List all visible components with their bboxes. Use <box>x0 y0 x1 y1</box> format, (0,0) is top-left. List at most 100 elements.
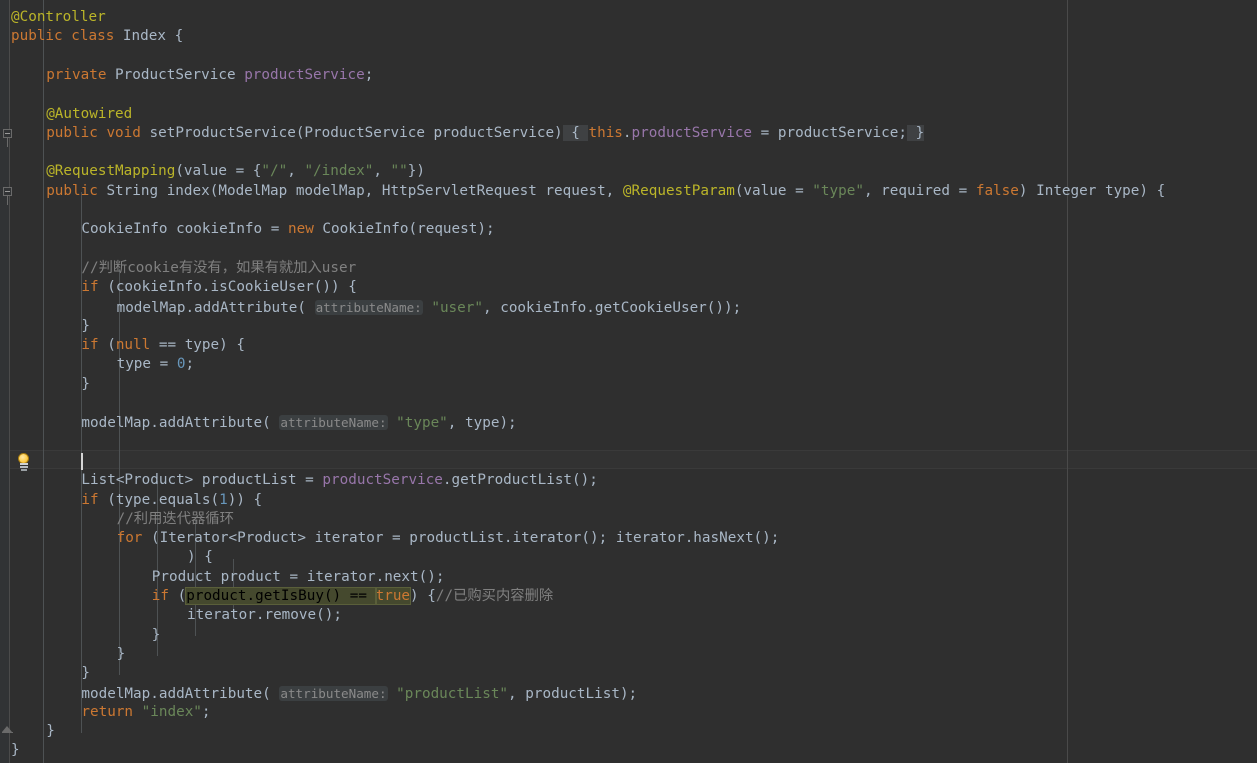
code-token-def: , <box>373 163 391 180</box>
code-token-def: = productService; <box>752 124 907 141</box>
code-token-def: (type.equals( <box>98 491 220 508</box>
code-token-kw: public <box>11 28 63 45</box>
code-token-comment: //利用迭代器循环 <box>116 510 234 527</box>
fold-collapse-icon[interactable] <box>2 184 17 205</box>
code-line[interactable]: CookieInfo cookieInfo = new CookieInfo(r… <box>81 220 494 239</box>
code-line[interactable]: public String index(ModelMap modelMap, H… <box>46 182 1165 201</box>
code-line[interactable]: for (Iterator<Product> iterator = produc… <box>117 529 780 548</box>
code-token-def <box>133 704 142 720</box>
code-token-kw: for <box>116 530 143 547</box>
code-token-def: . <box>622 124 632 141</box>
code-token-def: }) <box>407 163 425 180</box>
code-token-kw: public <box>46 182 98 199</box>
code-line[interactable]: //利用迭代器循环 <box>117 510 234 529</box>
code-token-def: ; <box>364 66 374 83</box>
code-token-def <box>63 28 72 44</box>
code-line[interactable]: } <box>152 626 161 645</box>
code-token-kw: false <box>975 182 1019 199</box>
code-token-anno: @Autowired <box>46 105 133 122</box>
code-token-def: (Iterator<Product> iterator = productLis… <box>142 530 780 547</box>
code-token-sel-kw: true <box>374 587 412 605</box>
code-token-comment: //判断cookie有没有，如果有就加入user <box>81 259 357 276</box>
code-token-def: == type) { <box>150 337 245 354</box>
code-token-def: (cookieInfo.isCookieUser()) { <box>98 279 357 296</box>
code-token-fold: } <box>906 124 925 141</box>
code-token-def: } <box>46 723 55 740</box>
code-token-str: "type" <box>812 182 864 199</box>
code-token-def: ; <box>201 703 211 720</box>
fold-end-icon[interactable] <box>2 726 13 736</box>
code-token-def: Index { <box>114 28 184 45</box>
code-line[interactable]: //判断cookie有没有，如果有就加入user <box>81 259 356 278</box>
code-line[interactable]: modelMap.addAttribute( attributeName: "u… <box>116 298 741 317</box>
editor-gutter[interactable] <box>0 0 10 763</box>
code-token-def: } <box>151 626 161 643</box>
code-token-kw: if <box>81 491 99 508</box>
code-token-def: modelMap.addAttribute( <box>116 299 315 316</box>
code-token-field: productService <box>322 472 443 489</box>
code-line[interactable]: if (type.equals(1)) { <box>81 491 262 510</box>
code-token-def: } <box>81 665 90 682</box>
code-token-kw: null <box>115 337 151 354</box>
code-line[interactable]: type = 0; <box>117 355 194 374</box>
code-line[interactable]: @Autowired <box>46 105 132 124</box>
code-text-surface[interactable]: @Controller public class Index { private P… <box>0 0 1257 763</box>
code-token-str: "type" <box>396 415 448 432</box>
fold-collapse-icon[interactable] <box>2 126 17 147</box>
intention-bulb-icon[interactable] <box>15 452 32 471</box>
code-token-def <box>388 686 397 702</box>
code-token-def: } <box>81 317 90 334</box>
code-token-kw: if <box>81 337 99 354</box>
code-token-def: CookieInfo(request); <box>313 221 495 238</box>
code-token-def: ) { <box>410 588 436 604</box>
code-line[interactable]: iterator.remove(); <box>187 606 342 625</box>
code-line[interactable]: } <box>11 741 20 760</box>
code-line[interactable]: } <box>46 722 55 741</box>
code-token-comment: //已购买内容删除 <box>435 588 554 604</box>
code-token-def: value = { <box>183 163 262 180</box>
code-line[interactable]: List<Product> productList = productServi… <box>81 471 597 490</box>
code-token-hint: attributeName: <box>314 299 423 315</box>
fold-end-bar <box>2 732 13 734</box>
code-token-kw: if <box>81 279 99 296</box>
code-line[interactable]: } <box>81 664 90 683</box>
fold-stem <box>7 137 8 147</box>
bulb-base-2 <box>19 465 28 468</box>
code-token-def: .getProductList(); <box>442 472 598 489</box>
bulb-base-1 <box>19 462 28 465</box>
code-token-hint: attributeName: <box>279 685 388 701</box>
code-token-def: String index(ModelMap modelMap, HttpServ… <box>97 182 623 199</box>
code-token-anno: @RequestMapping <box>46 163 176 180</box>
code-token-kw: void <box>106 124 141 141</box>
code-line[interactable]: Product product = iterator.next(); <box>152 568 445 587</box>
code-editor[interactable]: @Controller public class Index { private P… <box>0 0 1257 763</box>
code-line[interactable]: modelMap.addAttribute( attributeName: "t… <box>81 413 517 432</box>
fold-stem <box>7 195 8 205</box>
code-line[interactable]: @Controller <box>11 8 106 27</box>
bulb-base-3 <box>20 468 27 471</box>
code-token-def: type = <box>116 356 177 373</box>
code-line[interactable]: if (product.getIsBuy() == true) {//已购买内容… <box>152 587 553 606</box>
code-token-def <box>388 415 397 431</box>
code-token-sel: product.getIsBuy() == <box>185 587 377 605</box>
code-line[interactable]: return "index"; <box>81 703 210 722</box>
code-token-def: CookieInfo cookieInfo = <box>81 221 288 238</box>
code-token-str: "/" <box>261 163 288 180</box>
code-line[interactable]: } <box>81 317 90 336</box>
code-token-def: ; <box>185 356 195 373</box>
code-line[interactable]: @RequestMapping(value = {"/", "/index", … <box>46 162 425 181</box>
fold-minus <box>5 132 10 134</box>
code-line[interactable]: private ProductService productService; <box>46 66 373 85</box>
code-line[interactable]: } <box>81 375 90 394</box>
code-line[interactable]: if (null == type) { <box>81 336 245 355</box>
code-token-def: Product product = iterator.next(); <box>151 568 445 585</box>
code-line[interactable]: ) { <box>187 548 213 567</box>
code-line[interactable]: public class Index { <box>11 27 183 46</box>
code-token-def: , type); <box>447 415 517 432</box>
code-token-def: ( <box>169 588 187 604</box>
code-line[interactable]: modelMap.addAttribute( attributeName: "p… <box>81 684 637 703</box>
code-line[interactable]: } <box>117 645 126 664</box>
code-line[interactable]: if (cookieInfo.isCookieUser()) { <box>81 278 356 297</box>
code-line[interactable]: public void setProductService(ProductSer… <box>46 124 925 143</box>
code-token-anno: @RequestParam <box>622 182 735 199</box>
